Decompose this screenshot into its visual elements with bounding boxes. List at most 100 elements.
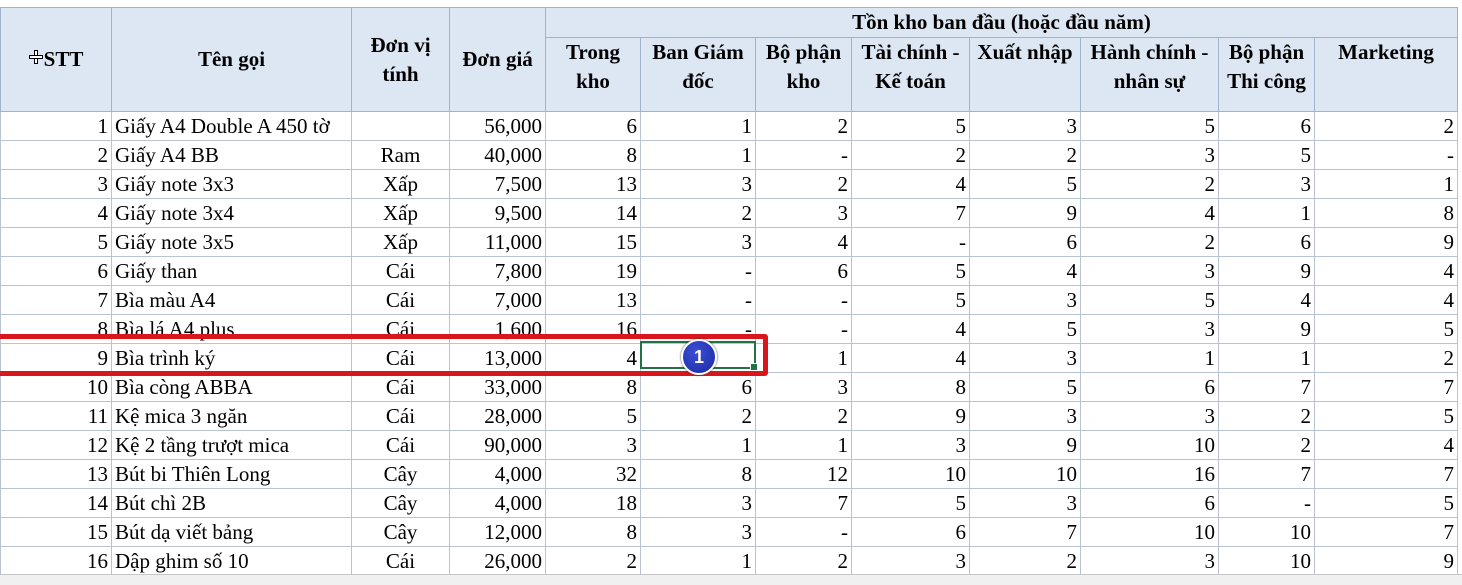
header-dept[interactable]: Ban Giám đốc [640,37,756,112]
cell-qty[interactable]: - [1314,140,1458,170]
cell-qty[interactable]: 5 [851,111,970,141]
header-dept[interactable]: Marketing [1314,37,1458,112]
cell-price[interactable]: 12,000 [449,517,546,547]
cell-qty[interactable]: 5 [851,488,970,518]
cell-qty[interactable]: - [755,140,852,170]
cell-stt[interactable]: 3 [0,169,112,199]
cell-qty[interactable]: - [640,285,756,315]
header-don-vi-tinh[interactable]: Đơn vị tính [351,7,450,112]
cell-qty[interactable]: 9 [851,401,970,431]
cell-unit[interactable]: Cái [351,256,450,286]
cell-qty[interactable]: 5 [851,285,970,315]
cell-unit[interactable]: Cái [351,372,450,402]
cell-price[interactable]: 4,000 [449,459,546,489]
cell-qty[interactable]: 6 [1218,227,1315,257]
cell-qty[interactable]: 1 [1314,169,1458,199]
cell-qty[interactable]: 3 [969,343,1081,373]
cell-name[interactable]: Bìa màu A4 [111,285,352,315]
cell-price[interactable]: 4,000 [449,488,546,518]
cell-name[interactable]: Kệ 2 tầng trượt mica [111,430,352,460]
cell-qty[interactable]: - [755,314,852,344]
cell-price[interactable]: 7,800 [449,256,546,286]
header-don-gia[interactable]: Đơn giá [449,7,546,112]
cell-qty[interactable]: - [755,517,852,547]
cell-name[interactable]: Giấy note 3x4 [111,198,352,228]
cell-qty[interactable]: 5 [1218,140,1315,170]
cell-unit[interactable]: Xấp [351,227,450,257]
cell-qty[interactable]: 1 [1218,343,1315,373]
cell-price[interactable]: 28,000 [449,401,546,431]
cell-qty[interactable]: 9 [1218,314,1315,344]
cell-qty[interactable]: 1 [1218,198,1315,228]
cell-qty[interactable]: 8 [545,517,641,547]
cell-qty[interactable]: 3 [969,488,1081,518]
cell-qty[interactable]: 1 [640,546,756,576]
cell-qty[interactable]: 7 [1218,459,1315,489]
cell-qty[interactable]: 3 [1080,314,1219,344]
cell-qty[interactable]: 5 [969,314,1081,344]
cell-qty[interactable]: 6 [640,372,756,402]
cell-qty[interactable]: 9 [969,198,1081,228]
cell-qty[interactable]: 5 [969,169,1081,199]
cell-qty[interactable]: 2 [640,401,756,431]
cell-unit[interactable]: Cây [351,459,450,489]
cell-qty[interactable]: 10 [969,459,1081,489]
cell-qty[interactable]: 6 [1218,111,1315,141]
cell-qty[interactable]: 10 [1218,517,1315,547]
cell-qty[interactable]: 5 [1314,314,1458,344]
cell-qty[interactable]: 3 [1080,546,1219,576]
cell-qty[interactable]: 5 [1080,285,1219,315]
cell-name[interactable]: Bìa lá A4 plus [111,314,352,344]
cell-qty[interactable]: 5 [545,401,641,431]
cell-qty[interactable]: 1 [755,430,852,460]
cell-price[interactable]: 7,000 [449,285,546,315]
cell-qty[interactable]: 8 [545,372,641,402]
cell-name[interactable]: Giấy A4 Double A 450 tờ [111,111,352,141]
cell-name[interactable]: Dập ghim số 10 [111,546,352,576]
cell-stt[interactable]: 4 [0,198,112,228]
cell-qty[interactable]: 3 [1080,401,1219,431]
cell-stt[interactable]: 14 [0,488,112,518]
cell-price[interactable]: 11,000 [449,227,546,257]
cell-unit[interactable]: Xấp [351,169,450,199]
cell-qty[interactable]: 3 [969,401,1081,431]
cell-qty[interactable]: 1 [640,140,756,170]
cell-qty[interactable]: 4 [1080,198,1219,228]
cell-name[interactable]: Bút bi Thiên Long [111,459,352,489]
cell-qty[interactable]: 3 [969,285,1081,315]
cell-unit[interactable]: Xấp [351,198,450,228]
cell-price[interactable]: 26,000 [449,546,546,576]
header-group-ton-kho[interactable]: Tồn kho ban đầu (hoặc đầu năm) [545,7,1458,38]
cell-unit[interactable]: Cái [351,343,450,373]
cell-qty[interactable]: 2 [969,546,1081,576]
cell-qty[interactable]: 7 [1314,459,1458,489]
cell-stt[interactable]: 10 [0,372,112,402]
cell-qty[interactable]: 2 [755,111,852,141]
cell-qty[interactable]: 3 [640,227,756,257]
cell-qty[interactable]: 13 [545,169,641,199]
cell-stt[interactable]: 11 [0,401,112,431]
cell-name[interactable]: Giấy note 3x3 [111,169,352,199]
cell-price[interactable]: 13,000 [449,343,546,373]
cell-stt[interactable]: 12 [0,430,112,460]
cell-price[interactable]: 7,500 [449,169,546,199]
cell-qty[interactable]: 1 [755,343,852,373]
cell-qty[interactable]: 3 [1080,256,1219,286]
cell-qty[interactable]: 3 [545,430,641,460]
cell-qty[interactable]: 2 [545,546,641,576]
cell-qty[interactable]: 2 [755,546,852,576]
cell-qty[interactable]: 3 [851,430,970,460]
cell-qty[interactable]: 5 [969,372,1081,402]
cell-qty[interactable]: 2 [1314,343,1458,373]
cell-qty[interactable]: 9 [969,430,1081,460]
cell-qty[interactable]: 3 [969,111,1081,141]
cell-price[interactable]: 40,000 [449,140,546,170]
cell-qty[interactable]: 6 [1080,372,1219,402]
cell-qty[interactable]: 7 [755,488,852,518]
cell-qty[interactable]: 2 [640,198,756,228]
cell-qty[interactable]: - [755,285,852,315]
cell-qty[interactable]: 10 [1218,546,1315,576]
cell-qty[interactable]: 3 [1218,169,1315,199]
cell-qty[interactable]: 8 [851,372,970,402]
cell-price[interactable]: 56,000 [449,111,546,141]
